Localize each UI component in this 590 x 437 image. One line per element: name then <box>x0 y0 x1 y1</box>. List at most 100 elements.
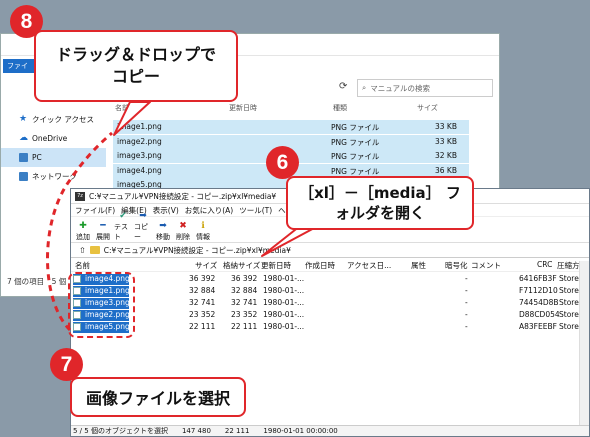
file-row[interactable]: image1.png 32 884 32 884 1980-01-... - F… <box>71 285 589 297</box>
menu-favorites[interactable]: お気に入り(A) <box>185 205 233 216</box>
extract-button[interactable]: ━ 展開 <box>94 221 112 242</box>
search-input[interactable]: ⌕ マニュアルの検索 <box>357 79 493 97</box>
column-modified[interactable]: 更新日時 <box>261 260 291 271</box>
column-created[interactable]: 作成日時 <box>305 260 335 271</box>
file-encrypted: - <box>465 298 468 307</box>
column-encrypted[interactable]: 暗号化 <box>445 260 468 271</box>
column-packed[interactable]: 格納サイズ <box>223 260 260 271</box>
file-modified: 1980-01-... <box>263 298 305 307</box>
nav-label: PC <box>32 153 42 162</box>
file-method: Store <box>559 274 579 283</box>
file-type: PNG ファイル <box>331 137 380 147</box>
column-size[interactable]: サイズ <box>195 260 217 271</box>
file-size: 36 KB <box>435 165 457 175</box>
file-row[interactable]: image1.png PNG ファイル 33 KB <box>113 120 469 134</box>
button-label: 追加 <box>76 233 90 241</box>
arrow-right-icon: ➡ <box>139 211 147 221</box>
test-button[interactable]: ✔ テスト <box>114 211 132 242</box>
button-label: テスト <box>114 223 128 241</box>
step-6-badge: 6 <box>266 146 299 179</box>
nav-item-quick-access[interactable]: ★ クイック アクセス <box>1 110 106 129</box>
add-button[interactable]: ✚ 追加 <box>74 221 92 242</box>
ribbon-tab-file[interactable]: ファイル <box>3 59 37 80</box>
file-encrypted: - <box>465 322 468 331</box>
file-name: image4.png <box>117 165 162 175</box>
status-date: 1980-01-01 00:00:00 <box>263 427 338 435</box>
file-row[interactable]: image2.png 23 352 23 352 1980-01-... - D… <box>71 309 589 321</box>
file-crc: A83FEEBF <box>519 322 557 331</box>
file-packed: 36 392 <box>231 274 258 283</box>
arrow-right-icon: ➡ <box>159 221 167 231</box>
column-comment[interactable]: コメント <box>471 260 501 271</box>
callout-drag-drop-text: ドラッグ＆ドロップで コピー <box>55 45 216 86</box>
column-name[interactable]: 名前 <box>115 103 129 113</box>
navigation-pane: ★ クイック アクセス ☁ OneDrive PC ネットワーク <box>1 104 106 186</box>
delete-x-icon: ✖ <box>179 221 187 231</box>
nav-item-network[interactable]: ネットワーク <box>1 167 106 186</box>
cloud-icon: ☁ <box>19 133 28 143</box>
file-modified: 1980-01-... <box>263 274 305 283</box>
minus-icon: ━ <box>100 221 106 231</box>
file-method: Store <box>559 298 579 307</box>
delete-button[interactable]: ✖ 削除 <box>174 221 192 242</box>
menu-tools[interactable]: ツール(T) <box>239 205 272 216</box>
file-row[interactable]: image5.png 22 111 22 111 1980-01-... - A… <box>71 321 589 333</box>
address-path: C:¥マニュアル¥VPN接続設定 - コピー.zip¥xl¥media¥ <box>103 245 291 255</box>
menu-file[interactable]: ファイル(F) <box>75 205 115 216</box>
callout-open-folder: ［xl］－［media］ フォルダを開く <box>286 176 474 230</box>
callout-drag-drop: ドラッグ＆ドロップで コピー <box>34 30 238 102</box>
status-packed: 22 111 <box>224 427 250 435</box>
column-date[interactable]: 更新日時 <box>229 103 257 113</box>
move-button[interactable]: ➡ 移動 <box>154 221 172 242</box>
file-size: 32 KB <box>435 151 457 160</box>
button-label: コピー <box>134 223 148 241</box>
search-placeholder: マニュアルの検索 <box>370 83 430 93</box>
file-packed: 32 741 <box>231 298 258 307</box>
file-encrypted: - <box>465 274 468 283</box>
column-name[interactable]: 名前 <box>75 260 90 271</box>
file-row[interactable]: image4.png 36 392 36 392 1980-01-... - 6… <box>71 273 589 285</box>
column-size[interactable]: サイズ <box>417 103 438 113</box>
step-8-badge: 8 <box>10 5 43 38</box>
window-title: C:¥マニュアル¥VPN接続設定 - コピー.zip¥xl¥media¥ <box>89 191 277 201</box>
callout-open-folder-text: ［xl］－［media］ フォルダを開く <box>299 184 461 222</box>
file-size: 32 884 <box>189 286 216 295</box>
file-row[interactable]: image3.png 32 741 32 741 1980-01-... - 7… <box>71 297 589 309</box>
column-accessed[interactable]: アクセス日... <box>347 260 391 271</box>
nav-item-pc[interactable]: PC <box>1 148 106 167</box>
file-packed: 23 352 <box>231 310 258 319</box>
status-size: 147 480 <box>181 427 211 435</box>
copy-button[interactable]: ➡ コピー <box>134 211 152 242</box>
column-crc[interactable]: CRC <box>537 260 552 269</box>
nav-label: クイック アクセス <box>32 115 95 124</box>
nav-label: ネットワーク <box>32 172 77 181</box>
menu-view[interactable]: 表示(V) <box>153 205 179 216</box>
network-icon <box>19 172 28 181</box>
file-packed: 32 884 <box>231 286 258 295</box>
file-crc: F7112D10 <box>519 286 558 295</box>
callout-select-images-text: 画像ファイルを選択 <box>85 389 230 408</box>
up-folder-icon[interactable]: ⇧ <box>79 246 86 255</box>
column-attributes[interactable]: 属性 <box>411 260 426 271</box>
file-list: image4.png 36 392 36 392 1980-01-... - 6… <box>71 272 589 333</box>
file-modified: 1980-01-... <box>263 322 305 331</box>
vertical-scrollbar[interactable] <box>579 261 589 427</box>
file-packed: 22 111 <box>231 322 258 331</box>
callout-select-images: 画像ファイルを選択 <box>70 377 246 417</box>
file-size: 36 392 <box>189 274 216 283</box>
info-button[interactable]: ℹ 情報 <box>194 221 212 242</box>
file-row[interactable]: image2.png PNG ファイル 33 KB <box>113 134 469 149</box>
archive-status-bar: 5 / 5 個のオブジェクトを選択 147 480 22 111 1980-01… <box>71 425 589 436</box>
button-label: 移動 <box>156 233 170 241</box>
computer-icon <box>19 153 28 162</box>
button-label: 展開 <box>96 233 110 241</box>
file-encrypted: - <box>465 310 468 319</box>
refresh-icon[interactable]: ⟳ <box>339 81 347 92</box>
file-modified: 1980-01-... <box>263 286 305 295</box>
file-size: 33 KB <box>435 136 457 146</box>
address-bar[interactable]: ⇧ C:¥マニュアル¥VPN接続設定 - コピー.zip¥xl¥media¥ <box>71 243 589 258</box>
nav-item-onedrive[interactable]: ☁ OneDrive <box>1 129 106 148</box>
button-label: 削除 <box>176 233 190 241</box>
check-icon: ✔ <box>119 211 127 221</box>
column-type[interactable]: 種類 <box>333 103 347 113</box>
